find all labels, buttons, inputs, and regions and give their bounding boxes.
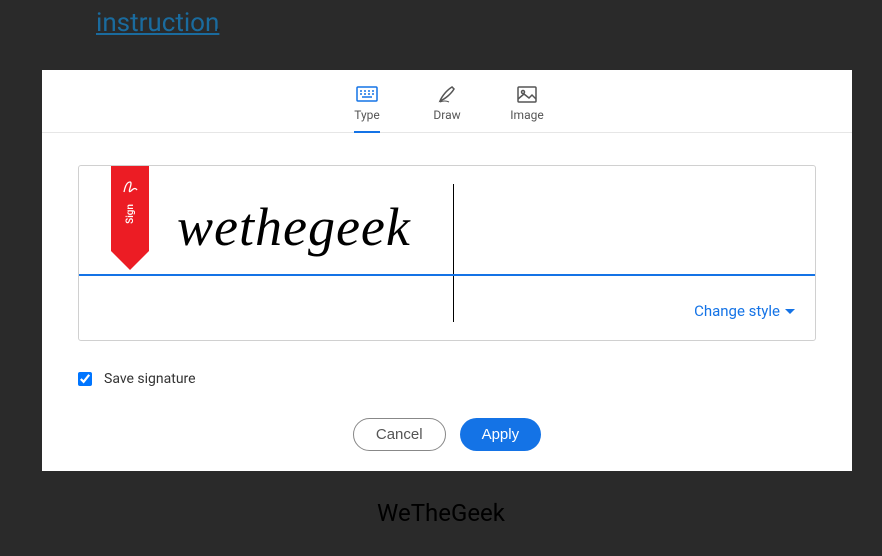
pen-icon xyxy=(437,84,457,104)
cancel-button[interactable]: Cancel xyxy=(353,418,446,451)
signature-method-tabs: Type Draw Image xyxy=(42,70,852,133)
signature-input-area[interactable]: Sign wethegeek Change style xyxy=(78,165,816,341)
sign-tag-label: Sign xyxy=(125,204,136,224)
tab-label: Type xyxy=(354,108,380,122)
keyboard-icon xyxy=(356,84,378,104)
image-icon xyxy=(517,84,537,104)
adobe-icon xyxy=(120,176,140,196)
sign-here-tag: Sign xyxy=(111,166,149,271)
save-signature-label: Save signature xyxy=(104,371,196,387)
signature-baseline xyxy=(79,274,815,276)
tab-label: Image xyxy=(510,108,543,122)
tab-image[interactable]: Image xyxy=(507,84,547,132)
tab-label: Draw xyxy=(433,108,460,122)
chevron-down-icon xyxy=(785,309,795,314)
change-style-link[interactable]: Change style xyxy=(694,302,795,320)
save-signature-row: Save signature xyxy=(78,371,816,387)
signature-dialog: Type Draw Image xyxy=(42,70,852,471)
save-signature-checkbox[interactable] xyxy=(78,372,92,386)
tab-draw[interactable]: Draw xyxy=(427,84,467,132)
dialog-buttons: Cancel Apply xyxy=(42,408,852,471)
tab-type[interactable]: Type xyxy=(347,84,387,132)
typed-signature: wethegeek xyxy=(177,196,411,258)
text-cursor xyxy=(453,184,454,322)
dialog-content: Sign wethegeek Change style Save signatu… xyxy=(42,133,852,408)
background-content: instruction . xyxy=(0,0,882,70)
apply-button[interactable]: Apply xyxy=(460,418,542,451)
background-link: instruction xyxy=(96,8,219,38)
watermark-text: WeTheGeek xyxy=(0,499,882,527)
